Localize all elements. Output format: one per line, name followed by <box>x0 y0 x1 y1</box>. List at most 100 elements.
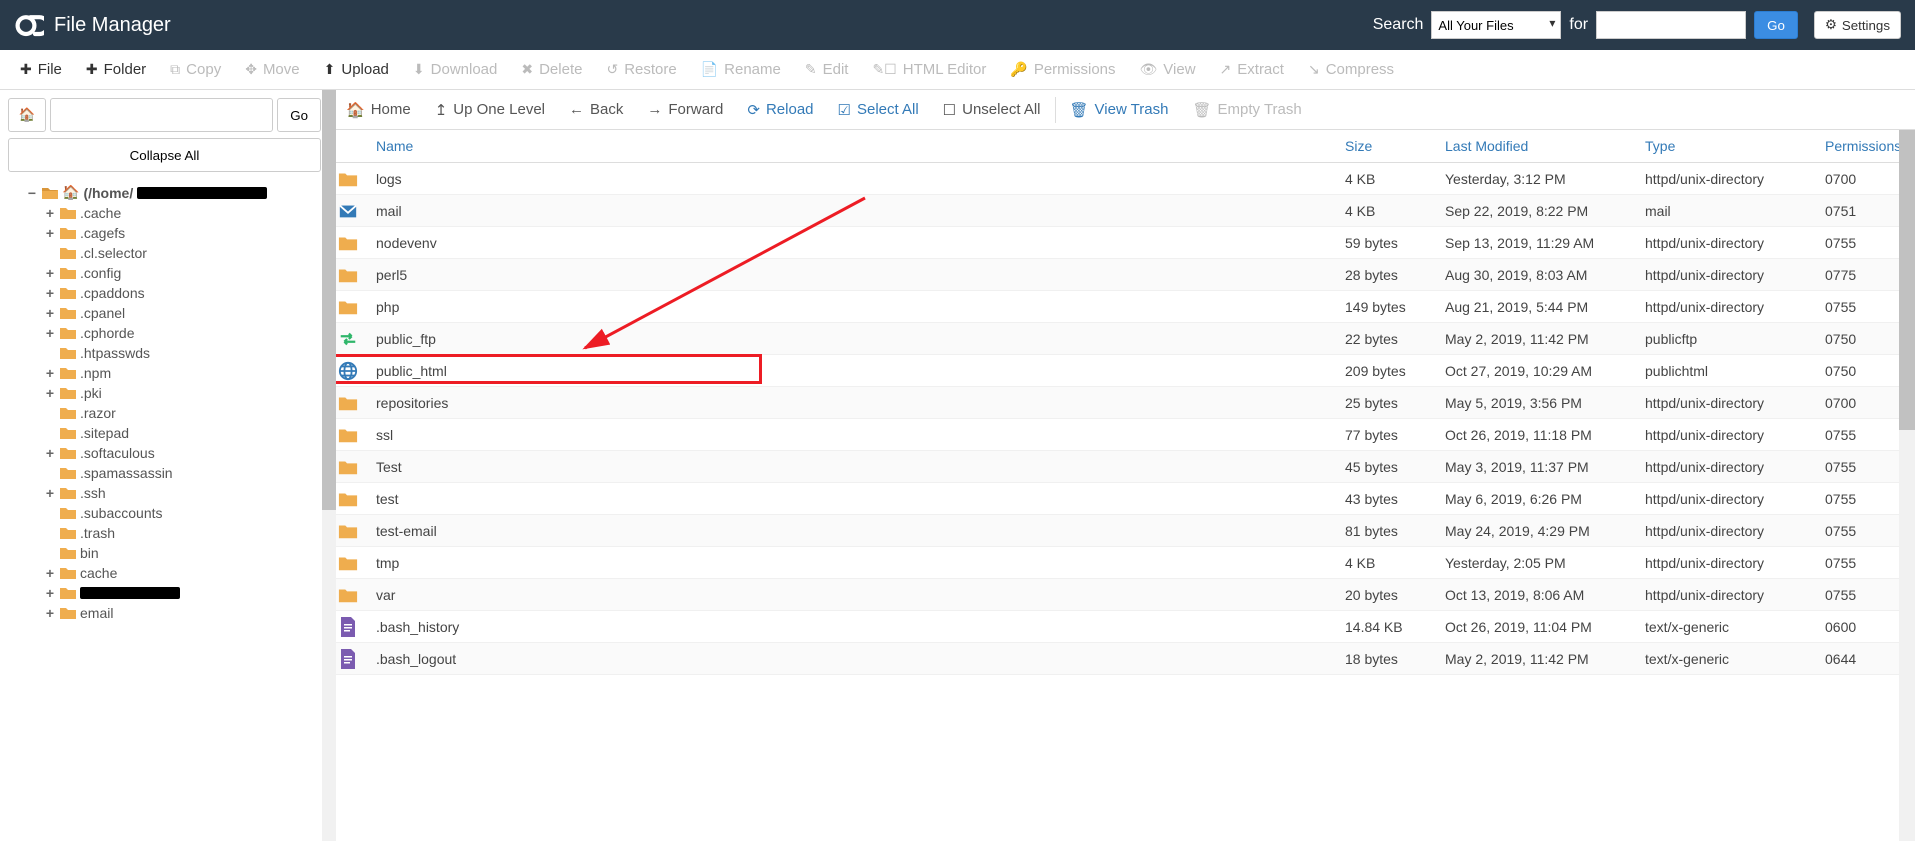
pt-home[interactable]: 🏠Home <box>334 90 423 130</box>
left-scrollbar[interactable] <box>322 90 336 841</box>
file-row[interactable]: php149 bytesAug 21, 2019, 5:44 PMhttpd/u… <box>330 291 1915 323</box>
tree-toggle-icon[interactable]: + <box>44 485 56 501</box>
file-row[interactable]: .bash_logout18 bytesMay 2, 2019, 11:42 P… <box>330 643 1915 675</box>
tree-node[interactable]: bin <box>8 543 321 563</box>
file-row[interactable]: nodevenv59 bytesSep 13, 2019, 11:29 AMht… <box>330 227 1915 259</box>
file-modified: Oct 26, 2019, 11:18 PM <box>1435 427 1635 443</box>
pt-unselect-all[interactable]: ☐Unselect All <box>931 90 1053 130</box>
pt-select-all[interactable]: ☑Select All <box>826 90 931 130</box>
tree-toggle-icon[interactable]: + <box>44 205 56 221</box>
tree-toggle-icon[interactable]: + <box>44 265 56 281</box>
tree-node[interactable]: .razor <box>8 403 321 423</box>
tree-node-label: .htpasswds <box>80 345 150 361</box>
file-size: 43 bytes <box>1335 491 1435 507</box>
col-header-modified[interactable]: Last Modified <box>1435 130 1635 162</box>
tree-node[interactable]: + .cagefs <box>8 223 321 243</box>
col-header-size[interactable]: Size <box>1335 130 1435 162</box>
tree-node[interactable]: .subaccounts <box>8 503 321 523</box>
file-row[interactable]: test43 bytesMay 6, 2019, 6:26 PMhttpd/un… <box>330 483 1915 515</box>
pt-up[interactable]: ↥Up One Level <box>423 90 557 130</box>
file-row[interactable]: public_html209 bytesOct 27, 2019, 10:29 … <box>330 355 1915 387</box>
file-row[interactable]: Test45 bytesMay 3, 2019, 11:37 PMhttpd/u… <box>330 451 1915 483</box>
tree-node[interactable]: +.cpanel <box>8 303 321 323</box>
scrollbar-thumb[interactable] <box>1899 130 1915 430</box>
pt-emptytrash-label: Empty Trash <box>1218 101 1302 118</box>
search-scope-select[interactable] <box>1431 11 1561 39</box>
tree-node[interactable]: +.softaculous <box>8 443 321 463</box>
folder-icon <box>338 489 358 509</box>
tree-node-label: .cagefs <box>80 225 125 241</box>
tree-toggle-icon[interactable]: + <box>44 445 56 461</box>
tree-node[interactable]: +email <box>8 603 321 623</box>
path-toolbar: 🏠Home ↥Up One Level ←Back →Forward ⟳Relo… <box>330 90 1915 130</box>
tree-node[interactable]: .sitepad <box>8 423 321 443</box>
view-icon: 👁 <box>1140 61 1158 78</box>
extract-icon: ↗ <box>1220 61 1232 78</box>
tree-node[interactable]: .spamassassin <box>8 463 321 483</box>
file-row[interactable]: var20 bytesOct 13, 2019, 8:06 AMhttpd/un… <box>330 579 1915 611</box>
file-type: publichtml <box>1635 363 1815 379</box>
tree-node[interactable]: +.config <box>8 263 321 283</box>
tree-root-label: (/home/ <box>83 185 133 201</box>
tree-node[interactable]: +.pki <box>8 383 321 403</box>
scrollbar-thumb[interactable] <box>322 90 336 510</box>
file-icon <box>339 649 357 669</box>
tree-toggle-icon[interactable]: − <box>26 185 38 201</box>
for-label: for <box>1569 16 1588 34</box>
pt-view-trash[interactable]: 🗑View Trash <box>1058 90 1181 130</box>
nav-home-button[interactable]: 🏠 <box>8 98 46 132</box>
tree-node[interactable]: +.cache <box>8 203 321 223</box>
tree-toggle-icon[interactable]: + <box>44 565 56 581</box>
toolbar-upload[interactable]: ⬆Upload <box>312 50 401 90</box>
pt-back[interactable]: ←Back <box>557 90 635 130</box>
toolbar-label: Edit <box>823 61 849 78</box>
tree-toggle-icon[interactable]: + <box>44 365 56 381</box>
tree-node[interactable]: +.ssh <box>8 483 321 503</box>
toolbar-file[interactable]: ✚File <box>8 50 74 90</box>
file-row[interactable]: public_ftp22 bytesMay 2, 2019, 11:42 PMp… <box>330 323 1915 355</box>
file-row[interactable]: ssl77 bytesOct 26, 2019, 11:18 PMhttpd/u… <box>330 419 1915 451</box>
file-modified: May 24, 2019, 4:29 PM <box>1435 523 1635 539</box>
home-icon: 🏠 <box>19 107 36 123</box>
tree-toggle-icon[interactable]: + <box>44 325 56 341</box>
tree-node[interactable]: .htpasswds <box>8 343 321 363</box>
search-input[interactable] <box>1596 11 1746 39</box>
collapse-all-button[interactable]: Collapse All <box>8 138 321 172</box>
col-header-type[interactable]: Type <box>1635 130 1815 162</box>
file-row[interactable]: .bash_history14.84 KBOct 26, 2019, 11:04… <box>330 611 1915 643</box>
tree-toggle-icon[interactable]: + <box>44 385 56 401</box>
tree-node[interactable]: + <box>8 583 321 603</box>
nav-path-input[interactable] <box>50 98 273 132</box>
tree-node[interactable]: .cl.selector <box>8 243 321 263</box>
file-row[interactable]: logs4 KBYesterday, 3:12 PMhttpd/unix-dir… <box>330 163 1915 195</box>
tree-toggle-icon[interactable]: + <box>44 305 56 321</box>
tree-toggle-icon[interactable]: + <box>44 585 56 601</box>
settings-button[interactable]: ⚙ Settings <box>1814 11 1901 39</box>
file-row[interactable]: perl528 bytesAug 30, 2019, 8:03 AMhttpd/… <box>330 259 1915 291</box>
tree-toggle-icon[interactable]: + <box>44 285 56 301</box>
file-row[interactable]: mail4 KBSep 22, 2019, 8:22 PMmail0751 <box>330 195 1915 227</box>
pt-reload[interactable]: ⟳Reload <box>735 90 825 130</box>
nav-go-button[interactable]: Go <box>277 98 321 132</box>
toolbar-folder[interactable]: ✚Folder <box>74 50 158 90</box>
tree-root[interactable]: − 🏠 (/home/ <box>8 182 321 203</box>
search-go-button[interactable]: Go <box>1754 11 1798 39</box>
pt-forward[interactable]: →Forward <box>635 90 735 130</box>
tree-node[interactable]: +.cphorde <box>8 323 321 343</box>
file-row[interactable]: test-email81 bytesMay 24, 2019, 4:29 PMh… <box>330 515 1915 547</box>
pt-empty-trash[interactable]: 🗑Empty Trash <box>1180 90 1313 130</box>
tree-toggle-icon[interactable]: + <box>44 225 56 241</box>
tree-node[interactable]: +.npm <box>8 363 321 383</box>
tree-node-label: .cl.selector <box>80 245 147 261</box>
col-header-name[interactable]: Name <box>366 130 1335 162</box>
file-row[interactable]: repositories25 bytesMay 5, 2019, 3:56 PM… <box>330 387 1915 419</box>
toolbar-permissions: 🔑Permissions <box>998 50 1127 90</box>
tree-node[interactable]: +.cpaddons <box>8 283 321 303</box>
file-type: httpd/unix-directory <box>1635 587 1815 603</box>
vertical-scrollbar[interactable] <box>1899 130 1915 841</box>
tree-node[interactable]: +cache <box>8 563 321 583</box>
file-row[interactable]: tmp4 KBYesterday, 2:05 PMhttpd/unix-dire… <box>330 547 1915 579</box>
file-size: 45 bytes <box>1335 459 1435 475</box>
tree-toggle-icon[interactable]: + <box>44 605 56 621</box>
tree-node[interactable]: .trash <box>8 523 321 543</box>
